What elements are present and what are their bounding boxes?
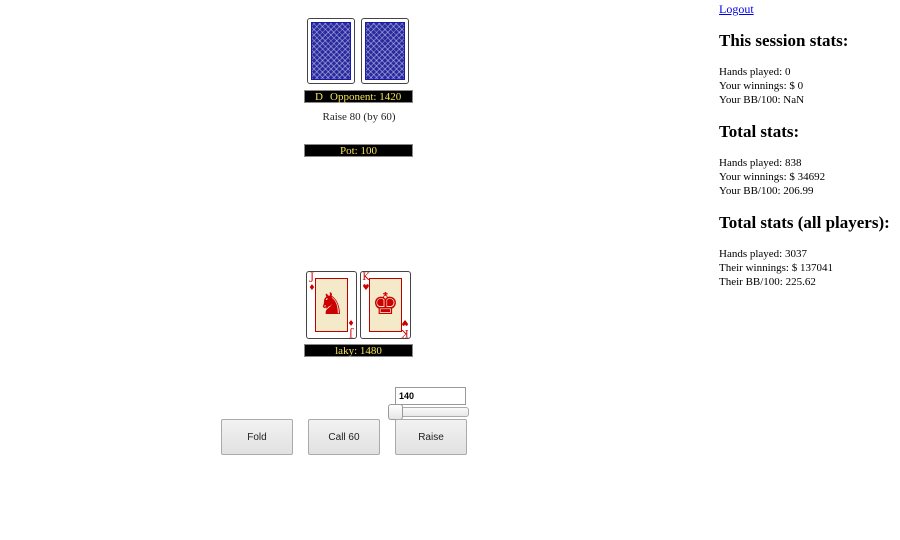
card-index-bottom: J ♦ (347, 318, 355, 338)
card-face: ♚ (369, 278, 402, 332)
opponent-last-action: Raise 80 (by 60) (322, 111, 396, 123)
raise-slider-track[interactable] (393, 407, 469, 417)
session-winnings: Your winnings: $ 0 (719, 80, 804, 92)
raise-amount-input[interactable] (395, 387, 466, 405)
all-players-winnings: Their winnings: $ 137041 (719, 262, 833, 274)
opponent-card-1 (307, 18, 355, 84)
total-hands-played: Hands played: 838 (719, 157, 802, 169)
session-bb-per-100: Your BB/100: NaN (719, 94, 805, 106)
opponent-stack: Opponent: 1420 (330, 91, 402, 103)
session-stats-title: This session stats: (719, 31, 849, 50)
player-card-jack-diamonds: J ♦ ♞ J ♦ (306, 271, 357, 339)
total-stats-title: Total stats: (719, 122, 800, 141)
logout-link[interactable]: Logout (719, 2, 754, 17)
player-card-king-hearts: K ♥ ♚ K ♥ (360, 271, 411, 339)
jack-figure-icon: ♞ (318, 287, 345, 322)
all-players-hands-played: Hands played: 3037 (719, 248, 807, 260)
all-players-bb-per-100: Their BB/100: 225.62 (719, 276, 816, 288)
raise-slider-handle[interactable] (388, 404, 403, 420)
session-hands-played: Hands played: 0 (719, 66, 791, 78)
total-bb-per-100: Your BB/100: 206.99 (719, 185, 814, 197)
call-button[interactable]: Call 60 (308, 419, 380, 455)
pot-label: Pot: 100 (304, 144, 413, 157)
opponent-label: D Opponent: 1420 (304, 90, 413, 103)
card-index-bottom: K ♥ (401, 318, 409, 338)
player-label: laky: 1480 (304, 344, 413, 357)
card-back-icon (365, 22, 405, 80)
dealer-marker: D (315, 91, 323, 103)
opponent-card-2 (361, 18, 409, 84)
card-face: ♞ (315, 278, 348, 332)
card-back-icon (311, 22, 351, 80)
total-winnings: Your winnings: $ 34692 (719, 171, 826, 183)
raise-button[interactable]: Raise (395, 419, 467, 455)
all-players-stats-title: Total stats (all players): (719, 213, 890, 232)
king-figure-icon: ♚ (372, 287, 399, 322)
fold-button[interactable]: Fold (221, 419, 293, 455)
